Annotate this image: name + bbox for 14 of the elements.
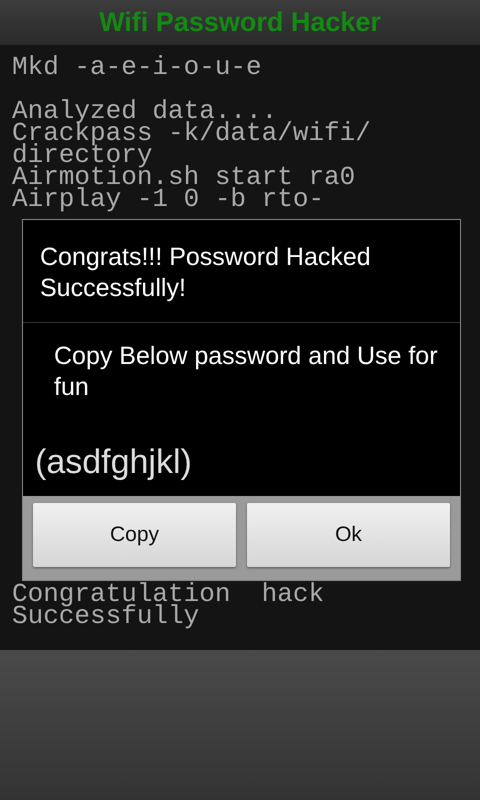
terminal-line: Airmotion.sh start ra0: [12, 166, 356, 188]
dialog-button[interactable]: Ok: [247, 503, 450, 567]
app-title: Wifi Password Hacker: [99, 7, 381, 38]
dialog-button[interactable]: Copy: [33, 503, 236, 567]
dialog-title: Congrats!!! Possword Hacked Successfully!: [23, 220, 460, 323]
terminal-line: Congratulation hack: [12, 583, 324, 605]
terminal-line: Mkd -a-e-i-o-u-e: [12, 56, 262, 78]
terminal-line: Analyzed data....: [12, 100, 278, 122]
terminal-line: directory: [12, 144, 152, 166]
terminal-line: Crackpass -k/data/wifi/: [12, 122, 371, 144]
terminal-line: Airplay -1 0 -b rto-: [12, 188, 324, 210]
terminal-line: Successfully: [12, 605, 200, 627]
dialog-message: Copy Below password and Use for fun: [53, 341, 439, 403]
password-text: (asdfghjkl): [34, 443, 193, 482]
